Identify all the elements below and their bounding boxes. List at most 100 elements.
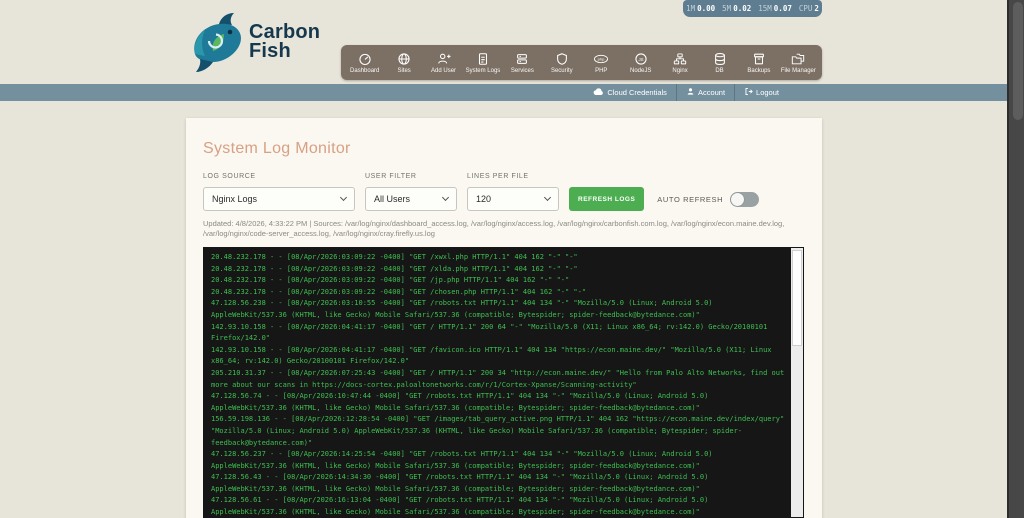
load-stats-widget: 1M 0.00 5M 0.02 15M 0.07 CPU 2 — [683, 0, 822, 17]
log-source-label: LOG SOURCE — [203, 173, 256, 180]
load-15m-label: 15M — [758, 4, 772, 13]
nav-item-sites[interactable]: Sites — [384, 45, 423, 80]
load-5m-label: 5M — [722, 4, 732, 13]
page-scrollbar[interactable] — [1007, 0, 1024, 518]
nav-item-system-logs[interactable]: System Logs — [463, 45, 502, 80]
nav-item-db[interactable]: DB — [700, 45, 739, 80]
nav-label: Dashboard — [350, 67, 380, 74]
cloud-credentials-label: Cloud Credentials — [607, 88, 667, 97]
nav-label: Security — [550, 67, 573, 74]
nav-label: Sites — [397, 67, 411, 74]
load-1m-value: 0.00 — [697, 4, 716, 13]
filter-toolbar: LOG SOURCE Nginx Logs USER FILTER All Us… — [203, 173, 760, 211]
refresh-logs-button[interactable]: REFRESH LOGS — [569, 187, 645, 211]
nav-label: NodeJS — [629, 67, 652, 74]
nav-item-file-manager[interactable]: File Manager — [779, 45, 818, 80]
log-output: 20.48.232.178 - - [08/Apr/2026:03:09:22 … — [211, 252, 786, 518]
nav-label: Backups — [747, 67, 771, 74]
log-line: 20.48.232.178 - - [08/Apr/2026:03:09:22 … — [211, 253, 578, 261]
load-5m: 5M 0.02 — [722, 4, 751, 13]
auto-refresh-label: AUTO REFRESH — [657, 194, 724, 204]
brand-name: Carbon Fish — [249, 22, 320, 62]
nav-item-dashboard[interactable]: Dashboard — [345, 45, 384, 80]
load-5m-value: 0.02 — [733, 4, 752, 13]
user-filter-value: All Users — [374, 194, 411, 204]
database-icon — [713, 52, 727, 66]
php-icon: php — [593, 52, 609, 66]
utility-bar: Cloud Credentials Account Logout — [0, 84, 1007, 101]
load-15m: 15M 0.07 — [758, 4, 792, 13]
lines-per-file-select[interactable]: 120 — [467, 187, 559, 211]
terminal-scrollbar[interactable] — [791, 248, 803, 517]
log-source-select[interactable]: Nginx Logs — [203, 187, 355, 211]
log-line: 47.128.56.237 - - [08/Apr/2026:14:25:54 … — [211, 450, 717, 470]
user-filter-group: USER FILTER All Users — [365, 173, 457, 211]
account-label: Account — [697, 88, 726, 97]
app-viewport: 1M 0.00 5M 0.02 15M 0.07 CPU 2 Carbon Fi… — [0, 0, 1024, 518]
file-text-icon — [476, 52, 490, 66]
log-terminal[interactable]: 20.48.232.178 - - [08/Apr/2026:03:09:22 … — [203, 247, 804, 518]
load-15m-value: 0.07 — [773, 4, 792, 13]
log-line: 47.128.56.74 - - [08/Apr/2026:10:47:44 -… — [211, 392, 713, 412]
log-source-value: Nginx Logs — [212, 194, 258, 204]
load-cpu: CPU 2 — [799, 4, 819, 13]
status-line: Updated: 4/8/2026, 4:33:22 PM | Sources:… — [203, 219, 785, 238]
log-line: 20.48.232.178 - - [08/Apr/2026:03:09:22 … — [211, 276, 570, 285]
svg-text:php: php — [598, 56, 605, 61]
auto-refresh-toggle[interactable] — [730, 191, 760, 207]
brand-name-line2: Fish — [249, 40, 291, 62]
log-line: 47.128.56.61 - - [08/Apr/2026:16:13:04 -… — [211, 496, 713, 517]
main-navigation: Dashboard Sites Add User System Logs Ser… — [341, 45, 822, 80]
load-1m-label: 1M — [686, 4, 696, 13]
server-icon — [515, 52, 529, 66]
user-icon — [686, 87, 695, 98]
brand-logo[interactable]: Carbon Fish — [183, 10, 320, 79]
toggle-knob — [731, 192, 745, 206]
chevron-down-icon — [543, 193, 552, 202]
nav-label: File Manager — [780, 67, 816, 74]
nav-item-backups[interactable]: Backups — [739, 45, 778, 80]
fish-logo-icon — [183, 10, 247, 79]
sitemap-icon — [673, 52, 687, 66]
page-title: System Log Monitor — [203, 140, 351, 157]
nav-item-add-user[interactable]: Add User — [424, 45, 463, 80]
nav-item-nodejs[interactable]: JS NodeJS — [621, 45, 660, 80]
load-1m: 1M 0.00 — [686, 4, 715, 13]
gauge-icon — [358, 52, 372, 66]
log-line: 205.210.31.37 - - [08/Apr/2026:07:25:43 … — [211, 368, 789, 389]
log-line: 156.59.198.136 - - [08/Apr/2026:12:28:54… — [211, 415, 789, 447]
cloud-icon — [593, 87, 604, 98]
user-plus-icon — [437, 52, 451, 66]
lines-per-file-group: LINES PER FILE 120 — [467, 173, 559, 211]
user-filter-label: USER FILTER — [365, 173, 417, 180]
lines-per-file-value: 120 — [476, 194, 492, 204]
nodejs-icon: JS — [634, 52, 648, 66]
log-line: 47.128.56.238 - - [08/Apr/2026:03:10:55 … — [211, 299, 717, 319]
globe-icon — [397, 52, 411, 66]
lines-per-file-label: LINES PER FILE — [467, 173, 529, 180]
log-line: 20.48.232.178 - - [08/Apr/2026:03:09:22 … — [211, 287, 587, 296]
load-cpu-value: 2 — [814, 4, 819, 13]
nav-label: System Logs — [465, 67, 501, 74]
page-scrollbar-thumb[interactable] — [1013, 2, 1023, 120]
svg-text:JS: JS — [638, 56, 643, 61]
nav-item-php[interactable]: php PHP — [582, 45, 621, 80]
nav-label: PHP — [595, 67, 608, 74]
user-filter-select[interactable]: All Users — [365, 187, 457, 211]
cloud-credentials-link[interactable]: Cloud Credentials — [584, 84, 676, 101]
nav-item-nginx[interactable]: Nginx — [660, 45, 699, 80]
shield-icon — [555, 52, 569, 66]
folders-icon — [791, 52, 805, 66]
archive-icon — [752, 52, 766, 66]
chevron-down-icon — [339, 193, 348, 202]
logout-icon — [744, 87, 753, 98]
account-link[interactable]: Account — [675, 84, 734, 101]
logout-label: Logout — [756, 88, 779, 97]
nav-label: Nginx — [672, 67, 688, 74]
auto-refresh-control: AUTO REFRESH — [657, 187, 760, 211]
nav-item-services[interactable]: Services — [503, 45, 542, 80]
nav-item-security[interactable]: Security — [542, 45, 581, 80]
logout-link[interactable]: Logout — [734, 84, 788, 101]
terminal-scrollbar-thumb[interactable] — [792, 250, 802, 346]
chevron-down-icon — [441, 193, 450, 202]
